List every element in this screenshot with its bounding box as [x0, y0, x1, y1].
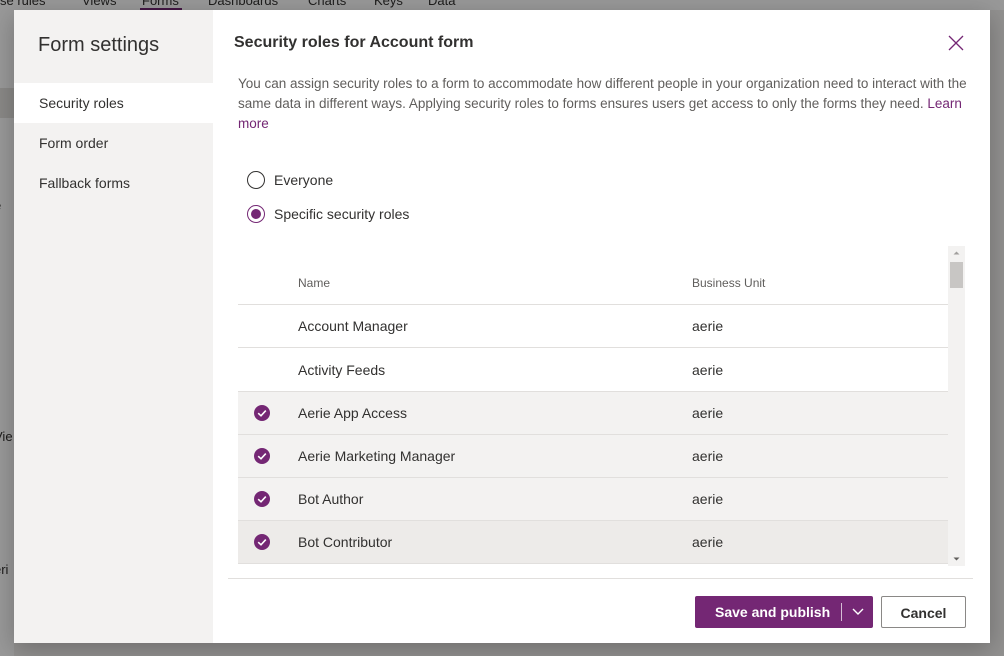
- column-header-name[interactable]: Name: [298, 276, 330, 290]
- sidebar-item-form-order[interactable]: Form order: [14, 123, 213, 163]
- row-business-unit: aerie: [692, 534, 724, 550]
- cancel-label: Cancel: [900, 605, 947, 621]
- cancel-button[interactable]: Cancel: [881, 596, 966, 628]
- scroll-thumb[interactable]: [950, 262, 963, 288]
- table-row-selected[interactable]: Bot Contributor aerie: [238, 521, 948, 564]
- description-text: You can assign security roles to a form …: [238, 76, 967, 111]
- row-business-unit: aerie: [692, 405, 724, 421]
- row-business-unit: aerie: [692, 491, 724, 507]
- settings-main-panel: Security roles for Account form You can …: [213, 10, 990, 643]
- row-name: Account Manager: [298, 318, 408, 334]
- radio-label: Everyone: [274, 172, 334, 188]
- grid-header: Name Business Unit: [238, 246, 948, 305]
- scroll-down-arrow-icon[interactable]: [948, 552, 965, 566]
- page-title: Security roles for Account form: [234, 34, 474, 51]
- radio-everyone[interactable]: Everyone: [247, 169, 333, 191]
- save-and-publish-label: Save and publish: [715, 604, 831, 620]
- table-row-selected[interactable]: Bot Author aerie: [238, 478, 948, 521]
- sidebar-item-security-roles[interactable]: Security roles: [14, 83, 213, 123]
- radio-circle-checked[interactable]: [247, 205, 265, 223]
- row-name: Aerie Marketing Manager: [298, 448, 456, 464]
- scroll-up-arrow-icon[interactable]: [948, 246, 965, 260]
- grid-scrollbar[interactable]: [948, 246, 965, 566]
- close-icon: [948, 35, 964, 51]
- settings-sidebar: Form settings Security roles Form order …: [14, 10, 213, 643]
- radio-circle[interactable]: [247, 171, 265, 189]
- security-roles-grid: Name Business Unit Account Manager aerie…: [238, 246, 965, 564]
- row-business-unit: aerie: [692, 362, 724, 378]
- checkmark-icon[interactable]: [254, 491, 270, 507]
- sidebar-item-fallback-forms[interactable]: Fallback forms: [14, 163, 213, 203]
- row-name: Aerie App Access: [298, 405, 407, 421]
- sidebar-title: Form settings: [38, 34, 160, 56]
- row-business-unit: aerie: [692, 448, 724, 464]
- row-name: Activity Feeds: [298, 362, 386, 378]
- save-and-publish-button[interactable]: Save and publish: [695, 596, 873, 628]
- split-button-divider: [841, 603, 842, 621]
- form-settings-dialog: Form settings Security roles Form order …: [14, 10, 990, 643]
- radio-specific-security-roles[interactable]: Specific security roles: [247, 203, 409, 225]
- row-business-unit: aerie: [692, 318, 724, 334]
- row-name: Bot Author: [298, 491, 364, 507]
- table-row-selected[interactable]: Aerie App Access aerie: [238, 392, 948, 435]
- checkmark-icon[interactable]: [254, 534, 270, 550]
- chevron-down-icon[interactable]: [845, 596, 873, 628]
- column-header-business-unit[interactable]: Business Unit: [692, 276, 765, 290]
- table-row-selected[interactable]: Aerie Marketing Manager aerie: [238, 435, 948, 478]
- description: You can assign security roles to a form …: [238, 74, 973, 134]
- table-row[interactable]: Account Manager aerie: [238, 305, 948, 348]
- checkmark-icon[interactable]: [254, 448, 270, 464]
- table-row[interactable]: Activity Feeds aerie: [238, 349, 948, 392]
- radio-label: Specific security roles: [274, 206, 410, 222]
- close-button[interactable]: [944, 31, 968, 55]
- row-name: Bot Contributor: [298, 534, 393, 550]
- footer-divider: [228, 578, 973, 579]
- checkmark-icon[interactable]: [254, 405, 270, 421]
